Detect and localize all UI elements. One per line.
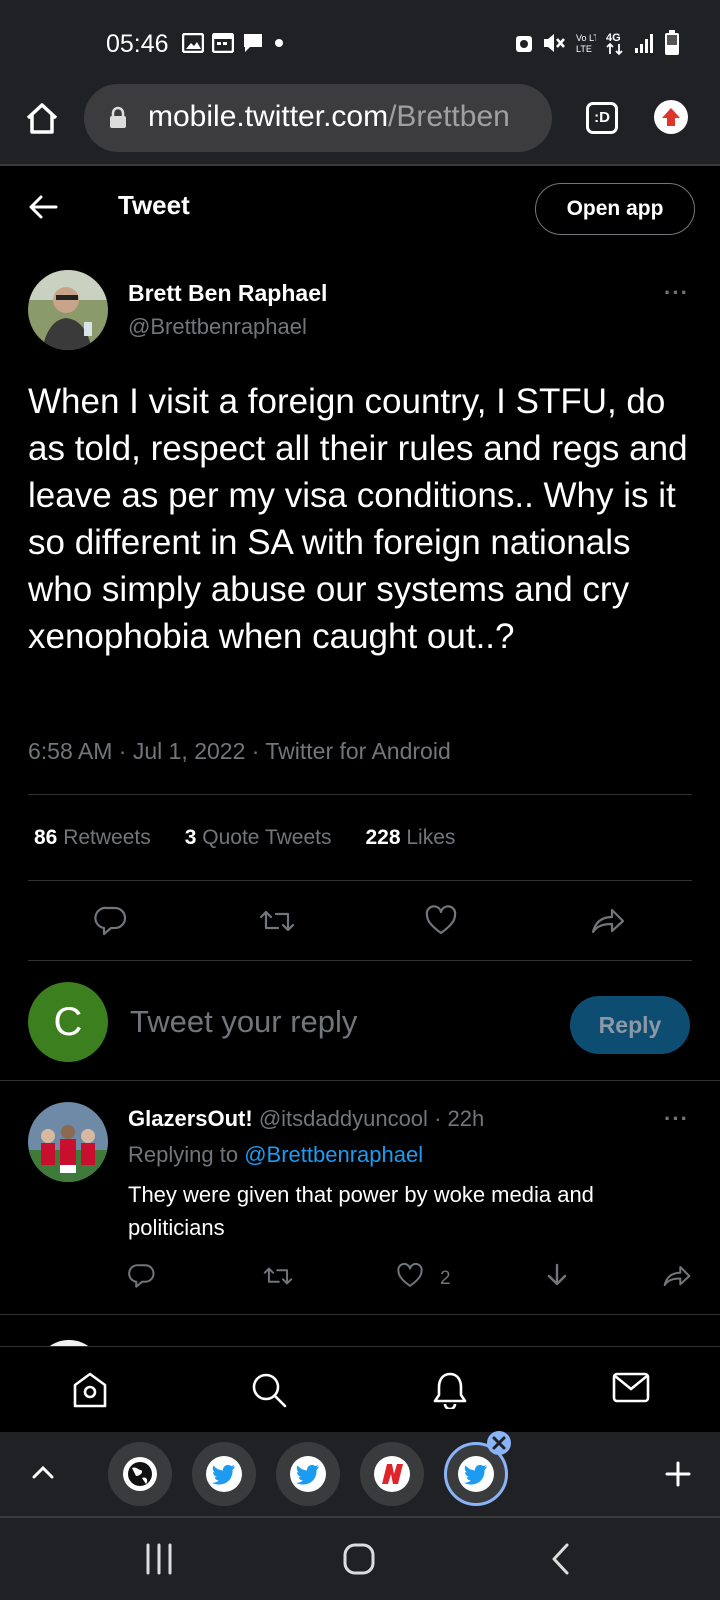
notifications-icon[interactable] (432, 1371, 468, 1409)
author-name[interactable]: Brett Ben Raphael (128, 280, 327, 307)
calendar-icon (212, 33, 234, 53)
author-handle[interactable]: @Brettbenraphael (128, 314, 307, 340)
reply-button[interactable]: Reply (570, 996, 690, 1054)
image-icon (182, 33, 204, 53)
retweet-icon[interactable] (258, 904, 296, 938)
reply-icon[interactable] (128, 1262, 156, 1290)
new-tab-icon[interactable] (664, 1460, 692, 1488)
globe-icon (123, 1457, 157, 1491)
volte-icon: Vo LTELTE (576, 33, 596, 54)
retweet-icon[interactable] (262, 1262, 294, 1290)
divider (28, 794, 692, 795)
lock-icon (110, 106, 126, 128)
search-icon[interactable] (250, 1371, 288, 1409)
share-icon[interactable] (662, 1262, 692, 1290)
back-icon[interactable] (548, 1542, 574, 1576)
dot-icon (275, 39, 283, 47)
address-bar[interactable]: mobile.twitter.com/Brettben (84, 84, 552, 152)
alarm-icon (516, 36, 532, 52)
tab-news[interactable] (360, 1442, 424, 1506)
system-nav-bar (0, 1516, 720, 1600)
share-icon[interactable] (590, 904, 626, 938)
user-avatar[interactable]: C (28, 982, 108, 1062)
messages-icon[interactable] (612, 1371, 650, 1405)
svg-text:4G: 4G (606, 32, 621, 44)
reply-more-options-icon[interactable]: ··· (664, 1106, 689, 1132)
url-text: mobile.twitter.com/Brettben (148, 100, 510, 133)
reply-like-count: 2 (440, 1268, 451, 1289)
twitter-bird-icon (464, 1464, 487, 1485)
author-avatar[interactable] (28, 270, 108, 350)
back-arrow-icon[interactable] (28, 194, 58, 220)
download-icon[interactable] (544, 1262, 570, 1290)
chat-icon (244, 34, 262, 52)
tab-globe[interactable] (108, 1442, 172, 1506)
home-button-icon[interactable] (342, 1542, 376, 1576)
more-options-icon[interactable]: ··· (664, 280, 689, 306)
status-time: 05:46 (106, 30, 169, 58)
battery-icon (665, 30, 679, 55)
tab-twitter-2[interactable] (276, 1442, 340, 1506)
news-logo-icon (382, 1464, 403, 1484)
recents-icon[interactable] (142, 1542, 176, 1576)
chevron-up-icon[interactable] (30, 1462, 56, 1482)
divider (0, 1314, 720, 1315)
divider (28, 880, 692, 881)
replying-to: Replying to @Brettbenraphael (128, 1142, 424, 1167)
home-icon[interactable] (22, 98, 62, 138)
twitter-bird-icon (212, 1464, 235, 1485)
open-app-button[interactable]: Open app (535, 183, 695, 235)
tweet-header: Tweet Open app (0, 168, 720, 248)
arrow-up-icon (662, 108, 680, 126)
like-icon[interactable] (424, 904, 458, 938)
reply-icon[interactable] (94, 904, 128, 938)
twitter-bird-icon (296, 1464, 319, 1485)
quote-tweets-stat[interactable]: 3 Quote Tweets (185, 826, 332, 850)
mention-link[interactable]: @Brettbenraphael (244, 1142, 423, 1167)
reply-author[interactable]: GlazersOut! @itsdaddyuncool · 22h (128, 1106, 484, 1132)
retweets-stat[interactable]: 86 Retweets (34, 826, 151, 850)
4g-icon: 4G (606, 32, 623, 56)
mute-icon (544, 34, 565, 52)
svg-text:LTE: LTE (576, 44, 592, 54)
tabs-button[interactable]: :D (586, 102, 618, 134)
tweet-actions (0, 898, 720, 948)
likes-stat[interactable]: 228 Likes (365, 826, 455, 850)
reply-text: They were given that power by woke media… (128, 1182, 594, 1240)
page-title: Tweet (118, 190, 190, 220)
like-icon[interactable] (396, 1262, 424, 1290)
update-button[interactable] (654, 100, 688, 134)
reply-input[interactable]: Tweet your reply (130, 1004, 357, 1040)
browser-toolbar: mobile.twitter.com/Brettben :D (0, 84, 720, 166)
svg-text:Vo LTE: Vo LTE (576, 33, 596, 43)
tweet-meta: 6:58 AM · Jul 1, 2022 · Twitter for Andr… (28, 738, 451, 764)
tab-twitter-1[interactable] (192, 1442, 256, 1506)
divider (0, 1080, 720, 1081)
close-tab-icon[interactable] (486, 1430, 512, 1456)
browser-tab-strip (0, 1430, 720, 1516)
tweet-text: When I visit a foreign country, I STFU, … (28, 382, 688, 656)
reply-author-avatar[interactable] (28, 1102, 108, 1182)
divider (28, 960, 692, 961)
home-icon[interactable] (72, 1371, 108, 1409)
signal-icon (635, 34, 653, 53)
twitter-bottom-nav (0, 1346, 720, 1432)
tweet-stats: 86 Retweets 3 Quote Tweets 228 Likes (34, 826, 455, 850)
status-bar: 05:46 Vo LTELTE 4G (0, 0, 720, 84)
